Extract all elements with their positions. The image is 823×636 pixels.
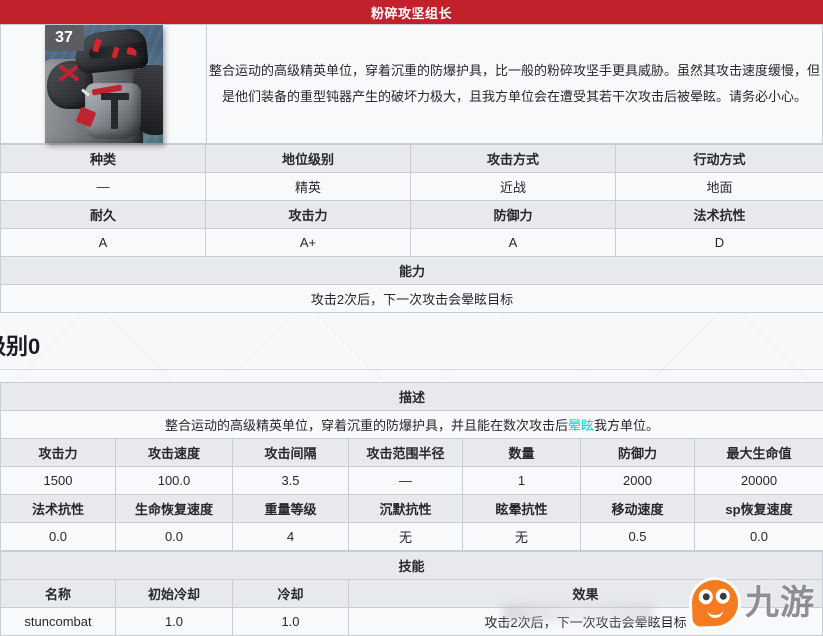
stat-value-max-hp: 20000: [695, 467, 823, 495]
skill-name: stuncombat: [1, 608, 116, 636]
skill-header-cd: 冷却: [233, 580, 349, 608]
stat-value-magic-resist: 0.0: [1, 523, 116, 551]
overview-header-rank: 地位级别: [206, 145, 411, 173]
stat-value-stun-resist: 无: [463, 523, 581, 551]
detail-description-header-row: 描述: [1, 383, 823, 411]
overview-value-attack: A+: [206, 229, 411, 257]
overview-value-defense: A: [411, 229, 616, 257]
detail-description: 整合运动的高级精英单位，穿着沉重的防爆护具，并且能在数次攻击后晕眩我方单位。: [1, 411, 823, 439]
detail-table: 描述 整合运动的高级精英单位，穿着沉重的防爆护具，并且能在数次攻击后晕眩我方单位…: [0, 382, 823, 551]
stat-header-silence-resist: 沉默抗性: [349, 495, 463, 523]
overview-header-row-2: 耐久 攻击力 防御力 法术抗性: [1, 201, 823, 229]
ability-value: 攻击2次后，下一次攻击会晕眩目标: [1, 285, 823, 313]
overview-value-endurance: A: [1, 229, 206, 257]
level-heading: 级别0: [0, 321, 823, 370]
stat-header-magic-resist: 法术抗性: [1, 495, 116, 523]
overview-header-resist: 法术抗性: [616, 201, 823, 229]
skill-effect: 攻击2次后，下一次攻击会晕眩目标: [349, 608, 823, 636]
skill-init-cd: 1.0: [116, 608, 233, 636]
overview-value-attack-type: 近战: [411, 173, 616, 201]
ability-value-row: 攻击2次后，下一次攻击会晕眩目标: [1, 285, 823, 313]
skills-section-header-row: 技能: [1, 552, 823, 580]
stat-value-sp-regen: 0.0: [695, 523, 823, 551]
detail-description-header: 描述: [1, 383, 823, 411]
overview-header-attack: 攻击力: [206, 201, 411, 229]
stat-header-max-hp: 最大生命值: [695, 439, 823, 467]
stat-value-silence-resist: 无: [349, 523, 463, 551]
skill-header-effect: 效果: [349, 580, 823, 608]
overview-header-endurance: 耐久: [1, 201, 206, 229]
overview-table: 种类 地位级别 攻击方式 行动方式 — 精英 近战 地面 耐久 攻击力 防御力 …: [0, 144, 823, 313]
stat-value-move-speed: 0.5: [581, 523, 695, 551]
enemy-number-badge: 37: [45, 25, 84, 51]
stat-header-atk-range: 攻击范围半径: [349, 439, 463, 467]
stat-value-atk-interval: 3.5: [233, 467, 349, 495]
detail-description-highlight: 晕眩: [568, 418, 594, 433]
stat-value-def: 2000: [581, 467, 695, 495]
stat-header-sp-regen: sp恢复速度: [695, 495, 823, 523]
page-title: 粉碎攻坚组长: [371, 3, 452, 22]
detail-description-suffix: 我方单位。: [594, 418, 659, 433]
overview-header-move-type: 行动方式: [616, 145, 823, 173]
ability-header-row: 能力: [1, 257, 823, 285]
spacer: [0, 370, 823, 382]
stat-value-atk-range: —: [349, 467, 463, 495]
enemy-detail-page: 粉碎攻坚组长: [0, 0, 823, 636]
stat-header-hp-regen: 生命恢复速度: [116, 495, 233, 523]
skill-header-name: 名称: [1, 580, 116, 608]
stat-value-count: 1: [463, 467, 581, 495]
detail-description-prefix: 整合运动的高级精英单位，穿着沉重的防爆护具，并且能在数次攻击后: [165, 418, 568, 433]
enemy-portrait: 37: [45, 25, 163, 143]
overview-header-row-1: 种类 地位级别 攻击方式 行动方式: [1, 145, 823, 173]
stat-header-atk-speed: 攻击速度: [116, 439, 233, 467]
overview-value-resist: D: [616, 229, 823, 257]
stat-header-def: 防御力: [581, 439, 695, 467]
table-row: stuncombat 1.0 1.0 攻击2次后，下一次攻击会晕眩目标: [1, 608, 823, 636]
stat-value-atk: 1500: [1, 467, 116, 495]
overview-value-move-type: 地面: [616, 173, 823, 201]
stats-value-row-2: 0.0 0.0 4 无 无 0.5 0.0: [1, 523, 823, 551]
skills-section-header: 技能: [1, 552, 823, 580]
skills-column-header-row: 名称 初始冷却 冷却 效果: [1, 580, 823, 608]
page-title-bar: 粉碎攻坚组长: [0, 0, 823, 24]
ability-header: 能力: [1, 257, 823, 285]
portrait-cell: 37: [1, 25, 207, 144]
hero-description: 整合运动的高级精英单位，穿着沉重的防爆护具，比一般的粉碎攻坚手更具威胁。虽然其攻…: [207, 25, 823, 144]
stat-value-atk-speed: 100.0: [116, 467, 233, 495]
overview-value-category: —: [1, 173, 206, 201]
stat-header-atk-interval: 攻击间隔: [233, 439, 349, 467]
stat-header-count: 数量: [463, 439, 581, 467]
stats-header-row-1: 攻击力 攻击速度 攻击间隔 攻击范围半径 数量 防御力 最大生命值: [1, 439, 823, 467]
hero-table: 37 整合运动的高级精英单位，穿着沉重的防爆护具，比一般的粉碎攻坚手更具威胁。虽…: [0, 24, 823, 144]
overview-value-rank: 精英: [206, 173, 411, 201]
stat-header-stun-resist: 眩晕抗性: [463, 495, 581, 523]
overview-value-row-1: — 精英 近战 地面: [1, 173, 823, 201]
overview-header-attack-type: 攻击方式: [411, 145, 616, 173]
skills-table: 技能 名称 初始冷却 冷却 效果 stuncombat 1.0 1.0 攻击2次…: [0, 551, 823, 636]
overview-header-defense: 防御力: [411, 201, 616, 229]
skill-header-init-cd: 初始冷却: [116, 580, 233, 608]
skill-cd: 1.0: [233, 608, 349, 636]
stat-value-hp-regen: 0.0: [116, 523, 233, 551]
stat-header-move-speed: 移动速度: [581, 495, 695, 523]
overview-value-row-2: A A+ A D: [1, 229, 823, 257]
stat-value-weight: 4: [233, 523, 349, 551]
stats-header-row-2: 法术抗性 生命恢复速度 重量等级 沉默抗性 眩晕抗性 移动速度 sp恢复速度: [1, 495, 823, 523]
detail-description-row: 整合运动的高级精英单位，穿着沉重的防爆护具，并且能在数次攻击后晕眩我方单位。: [1, 411, 823, 439]
stat-header-atk: 攻击力: [1, 439, 116, 467]
overview-header-category: 种类: [1, 145, 206, 173]
hero-row: 37 整合运动的高级精英单位，穿着沉重的防爆护具，比一般的粉碎攻坚手更具威胁。虽…: [1, 25, 823, 144]
stats-value-row-1: 1500 100.0 3.5 — 1 2000 20000: [1, 467, 823, 495]
stat-header-weight: 重量等级: [233, 495, 349, 523]
spacer: [0, 313, 823, 321]
